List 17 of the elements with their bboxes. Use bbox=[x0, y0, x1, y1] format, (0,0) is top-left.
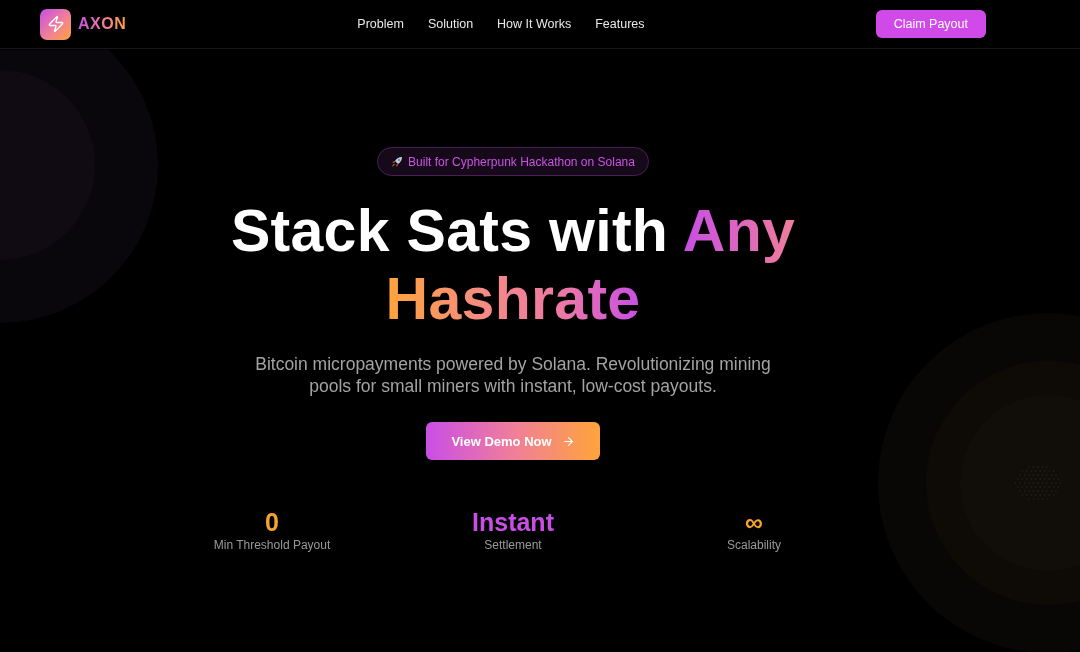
nav-link[interactable]: Problem bbox=[357, 17, 404, 31]
nav-link[interactable]: Features bbox=[595, 17, 645, 31]
arrow-right-icon bbox=[561, 434, 575, 448]
hero-heading: Stack Sats with Any Hashrate bbox=[230, 197, 796, 333]
badge-text: Built for Cypherpunk Hackathon on Solana bbox=[408, 154, 635, 169]
rocket-icon bbox=[391, 155, 404, 168]
nav-link[interactable]: How It Works bbox=[497, 17, 572, 31]
lightning-logo-icon bbox=[40, 8, 71, 40]
hero-subtitle: Bitcoin micropayments powered by Solana. Revolutionizing mining pools for small miners with instant, low-cost payouts. bbox=[254, 354, 772, 397]
nav-link[interactable]: Solution bbox=[427, 17, 474, 31]
stat-label: Min Threshold Payout bbox=[213, 538, 331, 552]
stat-value: 0 bbox=[265, 508, 279, 536]
stat-label: Settlement bbox=[484, 538, 542, 552]
stat-value: Instant bbox=[472, 508, 554, 536]
stat-label: Scalability bbox=[727, 538, 781, 552]
claim-payout-button[interactable]: Claim Payout bbox=[875, 10, 986, 38]
stat-value: ∞ bbox=[745, 508, 763, 536]
